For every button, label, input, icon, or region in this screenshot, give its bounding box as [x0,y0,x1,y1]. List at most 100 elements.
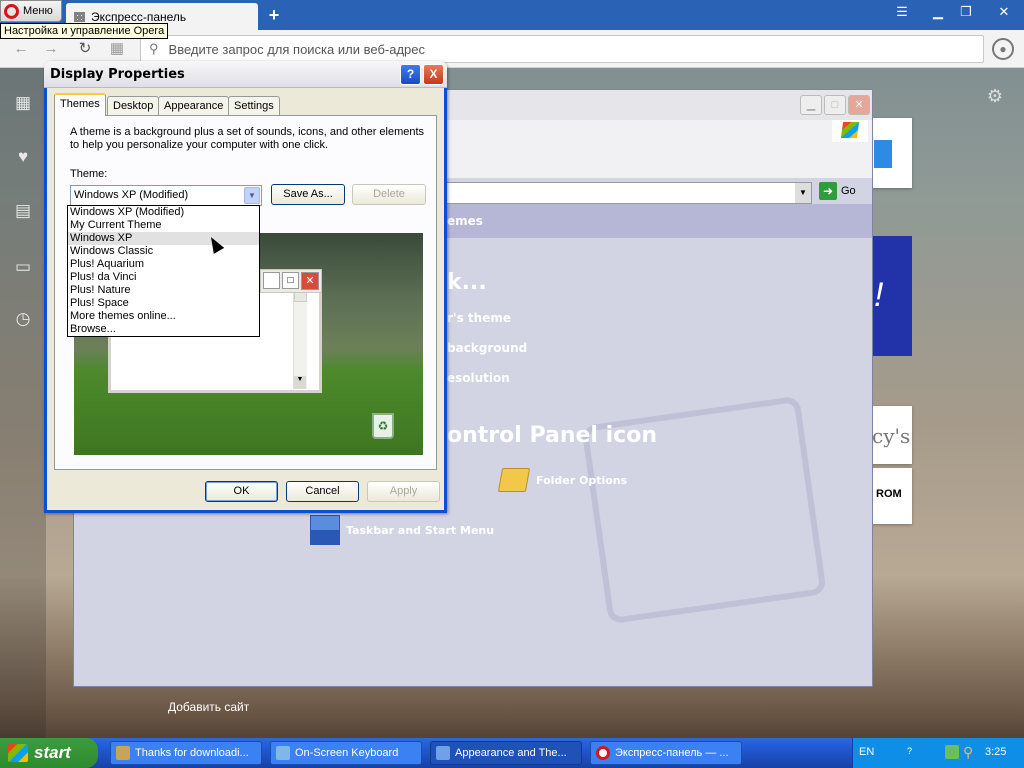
menu-tooltip: Настройка и управление Opera [0,23,169,39]
tab-themes[interactable]: Themes [54,93,106,116]
ok-button[interactable]: OK [205,481,278,502]
menu-label: Меню [23,5,53,17]
account-icon[interactable]: ● [992,38,1014,60]
theme-dropdown-list: Windows XP (Modified) My Current Theme W… [67,205,260,337]
task-appearance-and-themes[interactable]: Appearance and The... [430,741,582,765]
cp-section-title: ontrol Panel icon [447,423,657,448]
folder-options-item[interactable]: Folder Options [497,468,627,492]
speed-dial-tile-macys[interactable]: cy's [870,406,912,464]
tab-appearance[interactable]: Appearance [158,96,230,115]
tab-desktop[interactable]: Desktop [107,96,160,115]
back-icon[interactable]: ← [12,40,30,58]
go-arrow-icon: ➜ [819,182,837,200]
maximize-icon[interactable]: ❐ [952,2,980,22]
cp-close-icon[interactable]: ✕ [848,95,870,115]
reload-icon[interactable]: ↻ [76,40,94,58]
speed-dial-tile[interactable] [870,118,912,188]
tab-menu-icon[interactable]: ☰ [888,2,916,22]
cp-minimize-icon[interactable]: ▁ [800,95,822,115]
control-panel-icon [436,746,450,760]
option-windows-xp-modified[interactable]: Windows XP (Modified) [68,206,259,219]
start-button[interactable]: start [0,738,98,768]
cp-go-button[interactable]: ➜ Go [819,182,856,200]
band-text: emes [447,214,483,228]
preview-window-controls: □ ✕ [260,269,322,293]
apply-button: Apply [367,481,440,502]
windows-flag-icon [8,744,28,762]
tray-expand-icon[interactable]: ? [907,746,912,756]
go-label: Go [841,185,856,197]
option-plus-da-vinci[interactable]: Plus! da Vinci [68,271,259,284]
cp-task-heading: k... [447,270,487,295]
opera-logo-icon [4,3,19,19]
speed-dial-icon[interactable]: ▦ [108,40,126,58]
cp-link-resolution[interactable]: esolution [447,371,510,385]
keyboard-icon [276,746,290,760]
option-plus-nature[interactable]: Plus! Nature [68,284,259,297]
gear-icon[interactable]: ⚙ [984,86,1006,108]
speed-dial-tile-rom[interactable]: ROM [870,468,912,524]
tab-title: Экспресс-панель [91,9,187,24]
task-thanks-for-downloading[interactable]: Thanks for downloadi... [110,741,262,765]
option-browse[interactable]: Browse... [68,323,259,336]
search-tray-icon[interactable]: ⚲ [963,744,973,761]
news-icon[interactable]: ▤ [12,200,34,222]
task-on-screen-keyboard[interactable]: On-Screen Keyboard [270,741,422,765]
chevron-down-icon[interactable]: ▼ [795,183,811,203]
add-site-label[interactable]: Добавить сайт [168,700,249,714]
cp-maximize-icon[interactable]: □ [824,95,846,115]
option-plus-aquarium[interactable]: Plus! Aquarium [68,258,259,271]
save-as-button[interactable]: Save As... [271,184,345,205]
tab-settings[interactable]: Settings [228,96,280,115]
opera-icon [596,746,610,760]
option-my-current-theme[interactable]: My Current Theme [68,219,259,232]
option-windows-xp[interactable]: Windows XP [68,232,259,245]
theme-select[interactable]: Windows XP (Modified) ▼ [70,185,262,206]
new-tab-button[interactable]: + [266,5,282,25]
installer-icon [116,746,130,760]
task-opera-speed-dial[interactable]: Экспресс-панель — ... [590,741,742,765]
cancel-button[interactable]: Cancel [286,481,359,502]
clock: 3:25 [985,746,1007,758]
dialog-title: Display Properties [50,67,185,82]
option-windows-classic[interactable]: Windows Classic [68,245,259,258]
theme-label: Theme: [70,168,108,180]
heart-icon[interactable]: ♥ [12,146,34,168]
windows-logo-icon [832,120,868,142]
search-icon: ⚲ [149,41,159,56]
forward-icon[interactable]: → [42,40,60,58]
help-button[interactable]: ? [400,64,421,85]
network-icon[interactable] [945,745,959,759]
speed-dial-sidebar-icon[interactable]: ▦ [12,92,34,114]
devices-icon[interactable]: ▭ [12,256,34,278]
cp-link-background[interactable]: background [447,341,527,355]
theme-select-value: Windows XP (Modified) [74,189,189,201]
language-indicator[interactable]: EN [859,746,874,758]
dialog-titlebar: Display Properties ? X [44,61,447,88]
speed-dial-icon [74,11,85,22]
cp-link-theme[interactable]: r's theme [447,311,511,325]
start-label: start [34,743,71,762]
close-button[interactable]: X [423,64,444,85]
close-icon[interactable]: ✕ [990,2,1018,22]
folder-options-icon [497,468,531,492]
address-field[interactable]: ⚲ Введите запрос для поиска или веб-адре… [140,35,984,63]
address-placeholder: Введите запрос для поиска или веб-адрес [168,41,425,57]
taskbar-icon [310,515,340,545]
speed-dial-tile-blue[interactable]: ! [870,236,912,356]
chevron-down-icon[interactable]: ▼ [244,187,260,204]
option-more-themes-online[interactable]: More themes online... [68,310,259,323]
recycle-bin-icon: ♻ [372,413,394,439]
option-plus-space[interactable]: Plus! Space [68,297,259,310]
cp-address-field[interactable]: ▼ [444,182,812,204]
delete-button: Delete [352,184,426,205]
tile-accent [874,140,892,168]
minimize-icon[interactable]: ▁ [924,2,952,22]
history-icon[interactable]: ◷ [12,308,34,330]
opera-menu-button[interactable]: Меню [0,0,62,22]
taskbar-start-menu-item[interactable]: Taskbar and Start Menu [310,515,494,545]
theme-description: A theme is a background plus a set of so… [70,126,425,151]
system-tray: EN ? ⚲ 3:25 [852,738,1024,768]
opera-sidebar: ▦ ♥ ▤ ▭ ◷ [0,68,46,738]
windows-taskbar: start Thanks for downloadi... On-Screen … [0,738,1024,768]
